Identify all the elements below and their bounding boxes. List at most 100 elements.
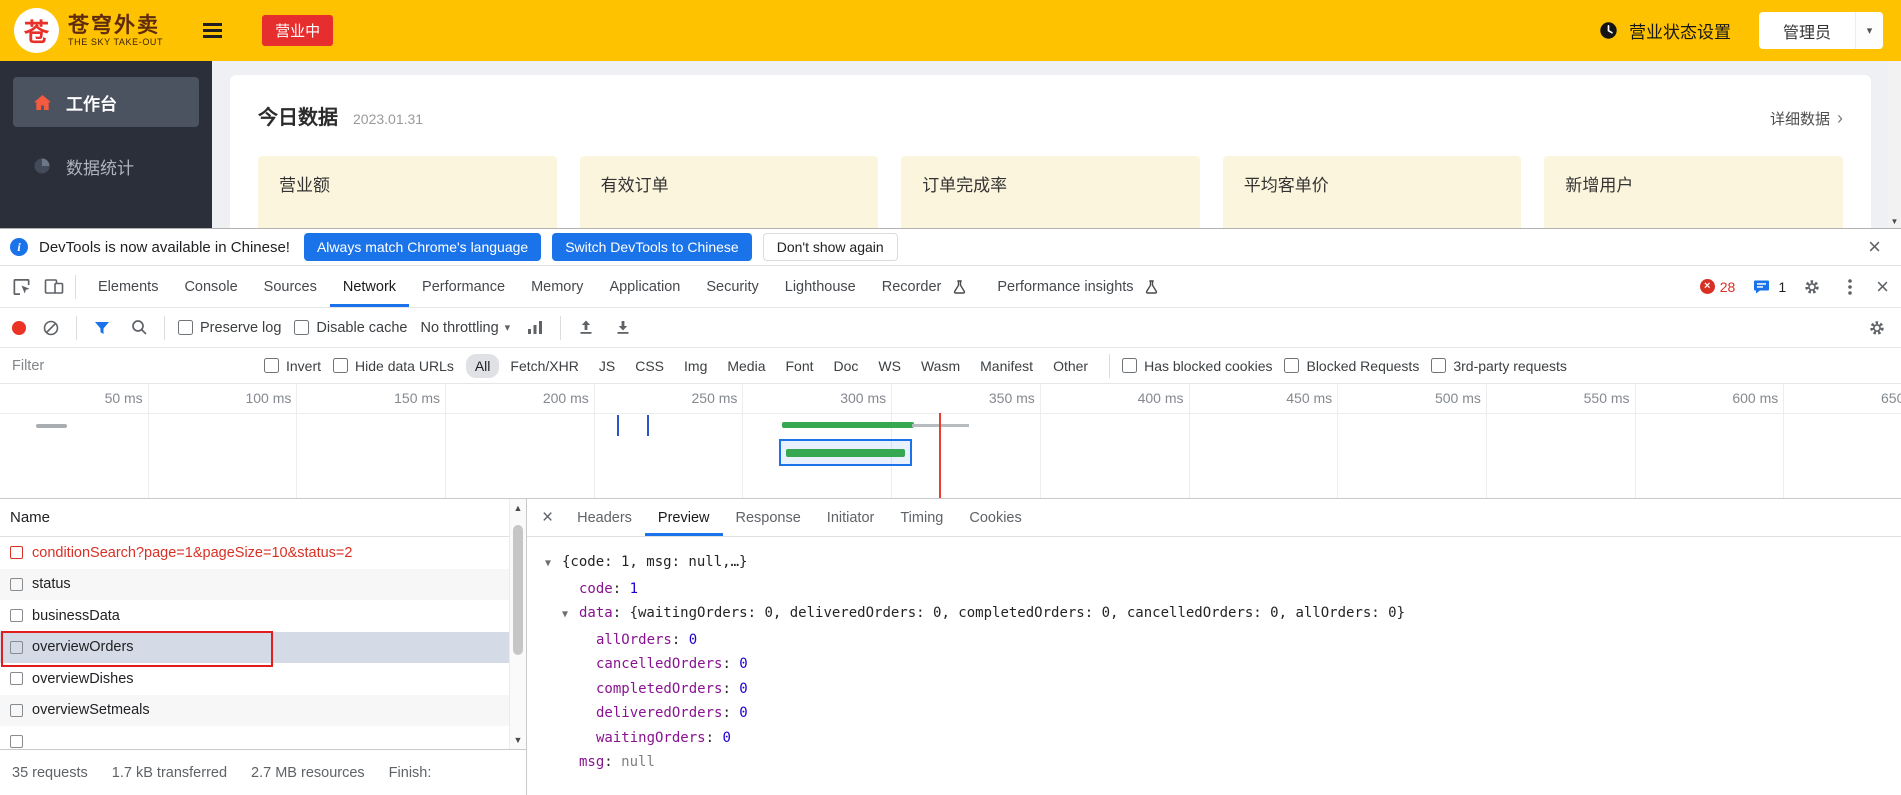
network-filter-input[interactable] <box>12 352 252 379</box>
expander-triangle-icon[interactable]: ▼ <box>562 603 579 628</box>
request-detail-tab[interactable]: Headers <box>564 499 645 536</box>
json-tree-line[interactable]: code: 1 <box>537 577 1901 602</box>
name-column-header[interactable]: Name <box>10 509 50 526</box>
switch-to-chinese-button[interactable]: Switch DevTools to Chinese <box>552 233 752 261</box>
detail-data-link[interactable]: 详细数据 › <box>1770 108 1843 129</box>
request-list-scrollbar[interactable]: ▲ ▼ <box>509 499 526 749</box>
issues-count-badge[interactable]: 1 <box>1749 274 1786 300</box>
search-icon[interactable] <box>127 315 151 341</box>
sidebar-item-workbench[interactable]: 工作台 <box>13 77 199 127</box>
admin-dropdown[interactable]: 管理员 ▾ <box>1758 12 1883 49</box>
request-row[interactable]: overviewOrders <box>0 630 526 666</box>
devtools-tab[interactable]: Memory <box>518 266 596 307</box>
request-row[interactable]: overviewDishes <box>0 663 526 695</box>
export-har-icon[interactable] <box>611 315 635 341</box>
request-type-filter[interactable]: All <box>465 353 500 378</box>
checkbox-icon[interactable] <box>294 320 310 335</box>
devtools-tab[interactable]: Sources <box>251 266 330 307</box>
devtools-close-icon[interactable]: × <box>1876 275 1889 298</box>
scrollbar-thumb[interactable] <box>513 525 523 655</box>
json-tree-line[interactable]: allOrders: 0 <box>537 628 1901 653</box>
filter-funnel-icon[interactable] <box>90 315 114 341</box>
settings-gear-icon[interactable] <box>1800 274 1824 300</box>
request-row[interactable]: status <box>0 568 526 600</box>
selected-request-waterfall-bar[interactable] <box>786 449 905 457</box>
devtools-tab[interactable]: Application <box>596 266 693 307</box>
json-tree-line[interactable]: ▼ data: {waitingOrders: 0, deliveredOrder… <box>537 601 1901 628</box>
request-list-header[interactable]: Name <box>0 499 526 537</box>
request-row[interactable] <box>0 726 526 749</box>
json-tree-line[interactable]: completedOrders: 0 <box>537 677 1901 702</box>
request-row[interactable]: conditionSearch?page=1&pageSize=10&statu… <box>0 537 526 569</box>
devtools-tab[interactable]: Console <box>171 266 250 307</box>
scroll-down-icon[interactable]: ▼ <box>514 735 523 745</box>
request-type-filter[interactable]: CSS <box>626 354 673 378</box>
request-type-filter[interactable]: Wasm <box>912 354 969 378</box>
third-party-requests-checkbox[interactable]: 3rd-party requests <box>1431 358 1567 374</box>
menu-toggle-icon[interactable] <box>203 19 223 41</box>
preserve-log-checkbox[interactable]: Preserve log <box>178 320 281 336</box>
json-tree-line[interactable]: ▼ {code: 1, msg: null,…} <box>537 550 1901 577</box>
has-blocked-cookies-checkbox[interactable]: Has blocked cookies <box>1122 358 1272 374</box>
request-type-filter[interactable]: Media <box>718 354 774 378</box>
chevron-down-icon[interactable]: ▾ <box>1855 12 1883 49</box>
request-type-filter[interactable]: Img <box>675 354 716 378</box>
dont-show-again-button[interactable]: Don't show again <box>762 233 898 261</box>
expander-triangle-icon[interactable]: ▼ <box>545 552 562 577</box>
request-detail-tab[interactable]: Preview <box>645 499 723 536</box>
checkbox-icon[interactable] <box>264 358 279 373</box>
request-detail-tab[interactable]: Response <box>723 499 814 536</box>
waterfall-bar-green[interactable] <box>782 422 914 428</box>
devtools-tab[interactable]: Performance insights <box>984 266 1176 307</box>
checkbox-icon[interactable] <box>178 320 193 335</box>
request-type-filter[interactable]: WS <box>869 354 910 378</box>
import-har-icon[interactable] <box>574 315 598 341</box>
device-toolbar-icon[interactable] <box>42 274 66 300</box>
request-detail-tab[interactable]: Timing <box>887 499 956 536</box>
disable-cache-checkbox[interactable]: Disable cache <box>294 320 407 336</box>
network-settings-gear-icon[interactable] <box>1865 315 1889 341</box>
request-detail-tab[interactable]: Cookies <box>956 499 1034 536</box>
inspect-element-icon[interactable] <box>9 274 33 300</box>
invert-checkbox[interactable]: Invert <box>264 358 321 374</box>
checkbox-icon[interactable] <box>1284 358 1300 373</box>
more-options-icon[interactable] <box>1838 274 1862 300</box>
request-type-filter[interactable]: Other <box>1044 354 1097 378</box>
devtools-tab[interactable]: Lighthouse <box>772 266 869 307</box>
clear-network-log-icon[interactable] <box>39 315 63 341</box>
json-tree-line[interactable]: msg: null <box>537 750 1901 775</box>
devtools-tab[interactable]: Security <box>693 266 771 307</box>
devtools-tab[interactable]: Recorder <box>869 266 985 307</box>
json-tree-line[interactable]: cancelledOrders: 0 <box>537 652 1901 677</box>
json-tree-line[interactable]: waitingOrders: 0 <box>537 726 1901 751</box>
checkbox-icon[interactable] <box>1122 358 1138 373</box>
sidebar-item-statistics[interactable]: 数据统计 <box>13 141 199 191</box>
request-row[interactable]: overviewSetmeals <box>0 694 526 726</box>
request-type-filter[interactable]: Font <box>777 354 823 378</box>
json-tree-line[interactable]: deliveredOrders: 0 <box>537 701 1901 726</box>
request-row[interactable]: businessData <box>0 600 526 632</box>
scroll-up-icon[interactable]: ▲ <box>514 503 523 513</box>
close-detail-icon[interactable]: × <box>531 499 564 536</box>
page-scrollbar[interactable]: ▼ <box>1888 61 1901 228</box>
devtools-tab[interactable]: Elements <box>85 266 171 307</box>
hide-data-urls-checkbox[interactable]: Hide data URLs <box>333 358 454 374</box>
network-conditions-icon[interactable] <box>523 315 547 341</box>
network-overview-timeline[interactable]: 50 ms 100 ms 150 ms 200 ms 250 ms 300 ms 350 m… <box>0 384 1901 499</box>
checkbox-icon[interactable] <box>1431 358 1447 373</box>
status-setting-button[interactable]: 营业状态设置 <box>1597 18 1731 44</box>
infobar-close-icon[interactable]: × <box>1858 236 1891 258</box>
request-type-filter[interactable]: Doc <box>825 354 868 378</box>
devtools-tab[interactable]: Network <box>330 266 409 307</box>
match-language-button[interactable]: Always match Chrome's language <box>303 233 542 261</box>
blocked-requests-checkbox[interactable]: Blocked Requests <box>1284 358 1419 374</box>
request-detail-tab[interactable]: Initiator <box>814 499 888 536</box>
request-type-filter[interactable]: JS <box>590 354 624 378</box>
record-network-log-button[interactable] <box>12 320 26 335</box>
checkbox-icon[interactable] <box>333 358 349 373</box>
request-type-filter[interactable]: Fetch/XHR <box>501 354 587 378</box>
throttling-select[interactable]: No throttling ▾ <box>420 320 510 336</box>
devtools-tab[interactable]: Performance <box>409 266 518 307</box>
error-count-badge[interactable]: × 28 <box>1699 279 1735 295</box>
request-type-filter[interactable]: Manifest <box>971 354 1042 378</box>
